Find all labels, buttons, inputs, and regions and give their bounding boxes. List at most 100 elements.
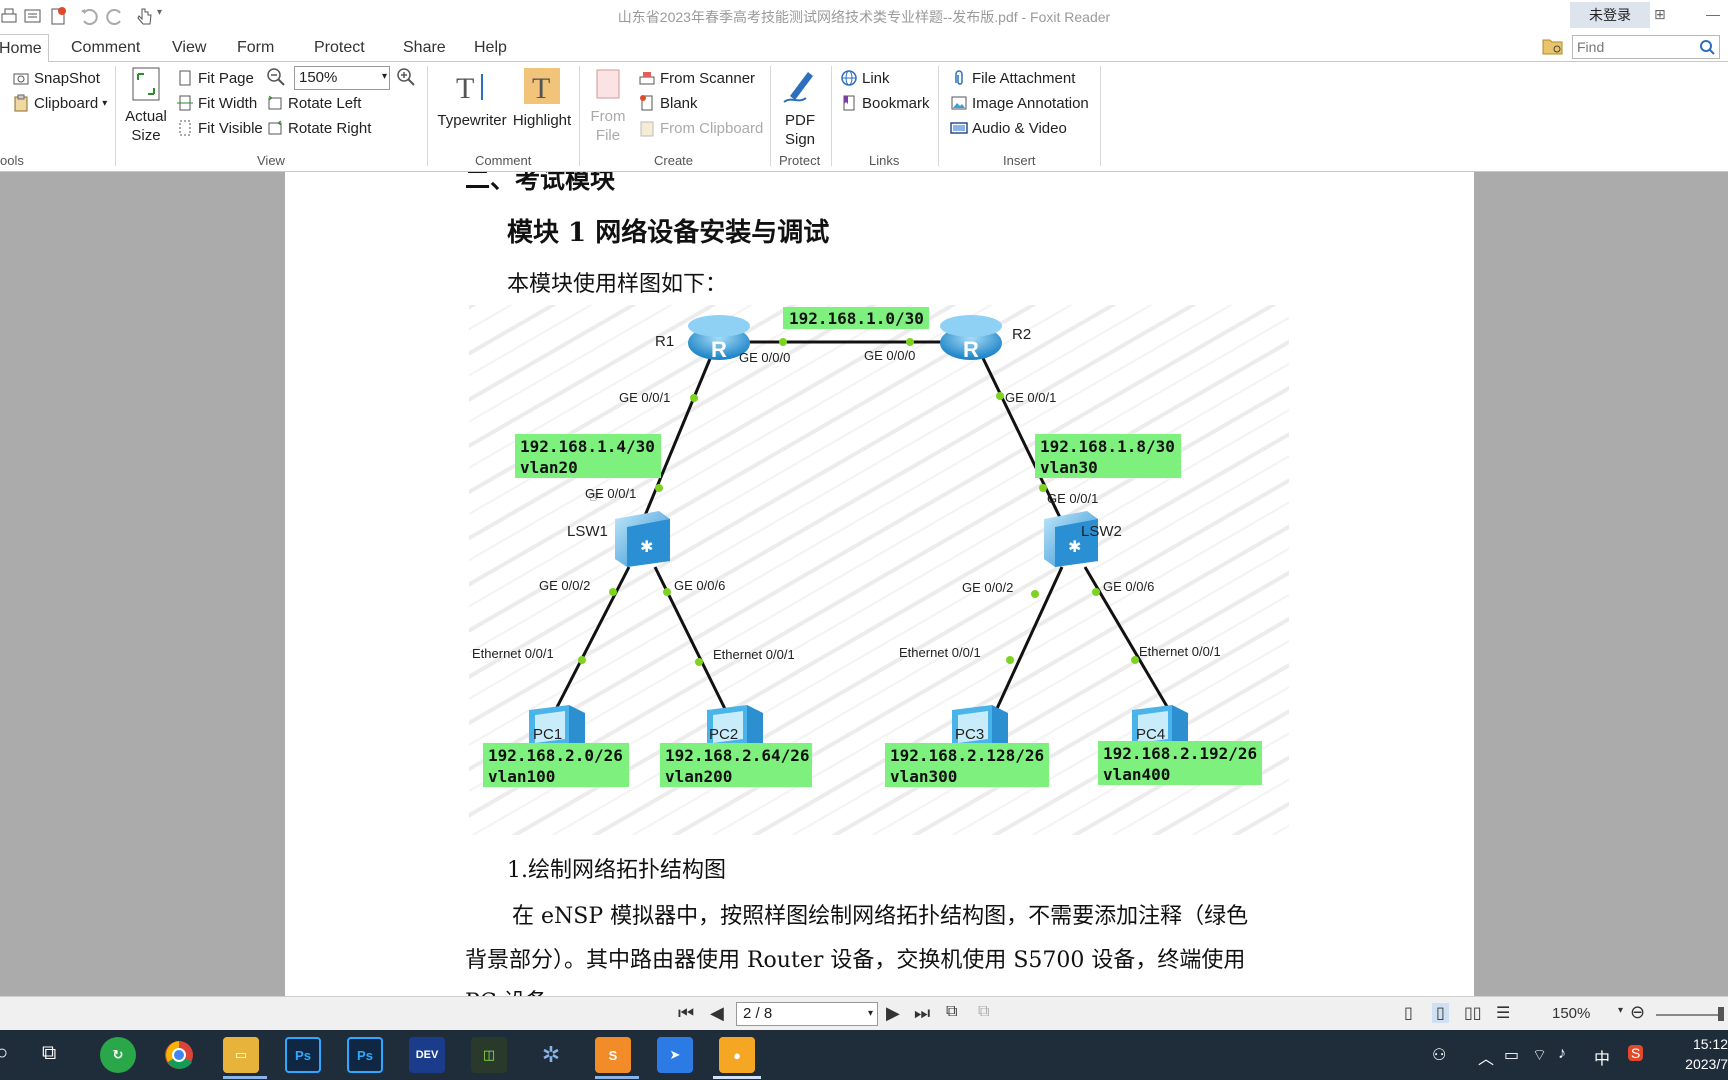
fit-page-button[interactable]: Fit Page bbox=[176, 69, 254, 87]
page-number-input[interactable]: 2 / 8 ▾ bbox=[736, 1002, 878, 1026]
rotate-left-button[interactable]: Rotate Left bbox=[266, 94, 361, 112]
layout-grid-icon[interactable]: ⊞ bbox=[1654, 6, 1666, 23]
device-label-r1: R1 bbox=[655, 333, 674, 350]
next-page-icon[interactable]: ▶ bbox=[886, 1003, 900, 1024]
tab-protect[interactable]: Protect bbox=[314, 39, 365, 57]
fit-width-button[interactable]: Fit Width bbox=[176, 94, 257, 112]
audio-video-button[interactable]: Audio & Video bbox=[950, 119, 1067, 137]
svg-text:✱: ✱ bbox=[1068, 537, 1081, 556]
search-icon[interactable] bbox=[1699, 39, 1715, 55]
rotate-left-icon bbox=[268, 95, 282, 110]
zoom-in-icon[interactable] bbox=[396, 67, 416, 87]
login-button[interactable]: 未登录 bbox=[1570, 2, 1650, 28]
taskbar-photoshop-icon[interactable]: Ps bbox=[285, 1037, 321, 1073]
pdf-sign-label: PDF Sign bbox=[784, 112, 816, 148]
blank-label: Blank bbox=[660, 94, 698, 112]
zoom-select[interactable]: 150% ▾ bbox=[294, 66, 390, 90]
find-input[interactable]: Find bbox=[1572, 35, 1720, 59]
battery-icon[interactable]: ▭ bbox=[1504, 1045, 1519, 1065]
scanner-icon bbox=[639, 72, 655, 85]
page-number-value: 2 / 8 bbox=[743, 1005, 773, 1022]
previous-page-icon[interactable]: ◀ bbox=[710, 1003, 724, 1024]
clock[interactable]: 15:12 2023/7 bbox=[1676, 1034, 1728, 1074]
network-topology-diagram: R R ✱ ✱ 192.168.1.0/30 192.168.1.4/30 vl… bbox=[469, 305, 1289, 835]
pdf-sign-button[interactable]: PDF Sign bbox=[776, 66, 824, 149]
actual-size-button[interactable]: Actual Size bbox=[124, 66, 168, 145]
sogou-ime-icon[interactable]: S bbox=[1628, 1045, 1644, 1061]
zoom-dropdown-icon[interactable]: ▾ bbox=[382, 71, 387, 82]
ribbon-separator bbox=[1100, 66, 1101, 166]
fit-visible-label: Fit Visible bbox=[198, 119, 263, 137]
continuous-icon[interactable]: ▯ bbox=[1432, 1003, 1449, 1023]
continuous-facing-icon[interactable]: ☰ bbox=[1496, 1003, 1510, 1023]
port-dot bbox=[663, 588, 671, 596]
tab-help[interactable]: Help bbox=[474, 39, 507, 57]
tab-home[interactable]: Home bbox=[0, 34, 49, 63]
task-view-icon[interactable]: ⧉ bbox=[42, 1042, 56, 1065]
taskbar-app-green-icon[interactable]: ↻ bbox=[100, 1037, 136, 1073]
zoom-slider-thumb[interactable] bbox=[1718, 1007, 1724, 1021]
search-circle-icon[interactable]: ○ bbox=[0, 1042, 8, 1065]
clipboard-button[interactable]: Clipboard ▾ bbox=[12, 94, 107, 112]
from-scanner-button[interactable]: From Scanner bbox=[638, 69, 755, 87]
from-clipboard-button[interactable]: From Clipboard bbox=[638, 119, 763, 137]
rotate-left-label: Rotate Left bbox=[288, 94, 362, 112]
taskbar-chrome-icon[interactable] bbox=[161, 1037, 197, 1073]
fit-visible-button[interactable]: Fit Visible bbox=[176, 119, 263, 137]
people-icon[interactable]: ⚇ bbox=[1432, 1045, 1446, 1065]
minimize-icon[interactable]: — bbox=[1706, 6, 1720, 22]
taskbar-ensp-icon[interactable]: ✲ bbox=[533, 1037, 569, 1073]
single-page-icon[interactable]: ▯ bbox=[1404, 1003, 1413, 1023]
previous-view-icon[interactable]: ⧉ bbox=[946, 1003, 957, 1021]
pdf-page[interactable]: 二、考试模块 模块 1 网络设备安装与调试 本模块使用样图如下： R R ✱ ✱… bbox=[285, 172, 1474, 996]
image-annotation-button[interactable]: Image Annotation bbox=[950, 94, 1089, 112]
taskbar-message-icon[interactable]: ➤ bbox=[657, 1037, 693, 1073]
taskbar-pixel-editor-icon[interactable]: ◫ bbox=[471, 1037, 507, 1073]
file-attachment-button[interactable]: File Attachment bbox=[950, 69, 1075, 87]
tab-comment[interactable]: Comment bbox=[71, 39, 140, 57]
clock-date: 2023/7 bbox=[1685, 1056, 1728, 1072]
bookmark-button[interactable]: Bookmark bbox=[840, 94, 930, 112]
snapshot-button[interactable]: SnapShot bbox=[12, 69, 100, 87]
port-dot bbox=[1092, 588, 1100, 596]
zoom-out-icon[interactable] bbox=[266, 67, 286, 87]
taskbar-recorder-icon[interactable]: ● bbox=[719, 1037, 755, 1073]
port-dot bbox=[1031, 590, 1039, 598]
status-zoom-dropdown-icon[interactable]: ▾ bbox=[1618, 1005, 1623, 1016]
taskbar-dev-cpp-icon[interactable]: DEV bbox=[409, 1037, 445, 1073]
blank-button[interactable]: Blank bbox=[638, 94, 698, 112]
zoom-slider[interactable] bbox=[1656, 1014, 1724, 1016]
taskbar: ○ ⧉ ↻ ▭ Ps Ps DEV ◫ ✲ S ➤ ● ⚇ ︿ ▭ ⌔ ♪ 中 … bbox=[0, 1030, 1728, 1080]
status-zoom-out-icon[interactable]: ⊖ bbox=[1630, 1002, 1645, 1023]
highlight-button[interactable]: T Highlight bbox=[512, 66, 572, 130]
clipboard-label: Clipboard bbox=[34, 94, 99, 112]
tab-share[interactable]: Share bbox=[403, 39, 446, 57]
taskbar-photoshop-2-icon[interactable]: Ps bbox=[347, 1037, 383, 1073]
clipboard-dropdown-icon[interactable]: ▾ bbox=[102, 98, 107, 109]
from-file-button[interactable]: From File bbox=[586, 66, 630, 145]
tab-form[interactable]: Form bbox=[237, 39, 274, 57]
ime-indicator[interactable]: 中 bbox=[1594, 1045, 1610, 1069]
page-dropdown-icon[interactable]: ▾ bbox=[868, 1008, 873, 1019]
port-label: GE 0/0/1 bbox=[619, 390, 670, 405]
blank-page-icon bbox=[640, 95, 653, 111]
next-view-icon[interactable]: ⧉ bbox=[978, 1003, 989, 1021]
link-button[interactable]: Link bbox=[840, 69, 890, 87]
tray-chevron-up-icon[interactable]: ︿ bbox=[1478, 1045, 1494, 1069]
rotate-right-icon bbox=[268, 120, 282, 135]
taskbar-file-explorer-icon[interactable]: ▭ bbox=[223, 1037, 259, 1073]
first-page-icon[interactable]: ⏮ bbox=[678, 1003, 694, 1024]
tab-view[interactable]: View bbox=[172, 39, 206, 57]
find-folder-icon[interactable] bbox=[1542, 36, 1564, 56]
rotate-right-button[interactable]: Rotate Right bbox=[266, 119, 371, 137]
volume-icon[interactable]: ♪ bbox=[1558, 1045, 1566, 1063]
wifi-icon[interactable]: ⌔ bbox=[1532, 1045, 1547, 1065]
facing-icon[interactable]: ▯▯ bbox=[1464, 1003, 1482, 1023]
device-label-lsw2: LSW2 bbox=[1081, 523, 1122, 540]
device-label-pc4: PC4 bbox=[1136, 726, 1165, 743]
file-attachment-label: File Attachment bbox=[972, 69, 1076, 87]
group-label-tools: ools bbox=[0, 153, 24, 168]
taskbar-pdf-reader-icon[interactable]: S bbox=[595, 1037, 631, 1073]
last-page-icon[interactable]: ⏭ bbox=[914, 1003, 930, 1024]
typewriter-button[interactable]: T Typewriter bbox=[434, 66, 510, 130]
